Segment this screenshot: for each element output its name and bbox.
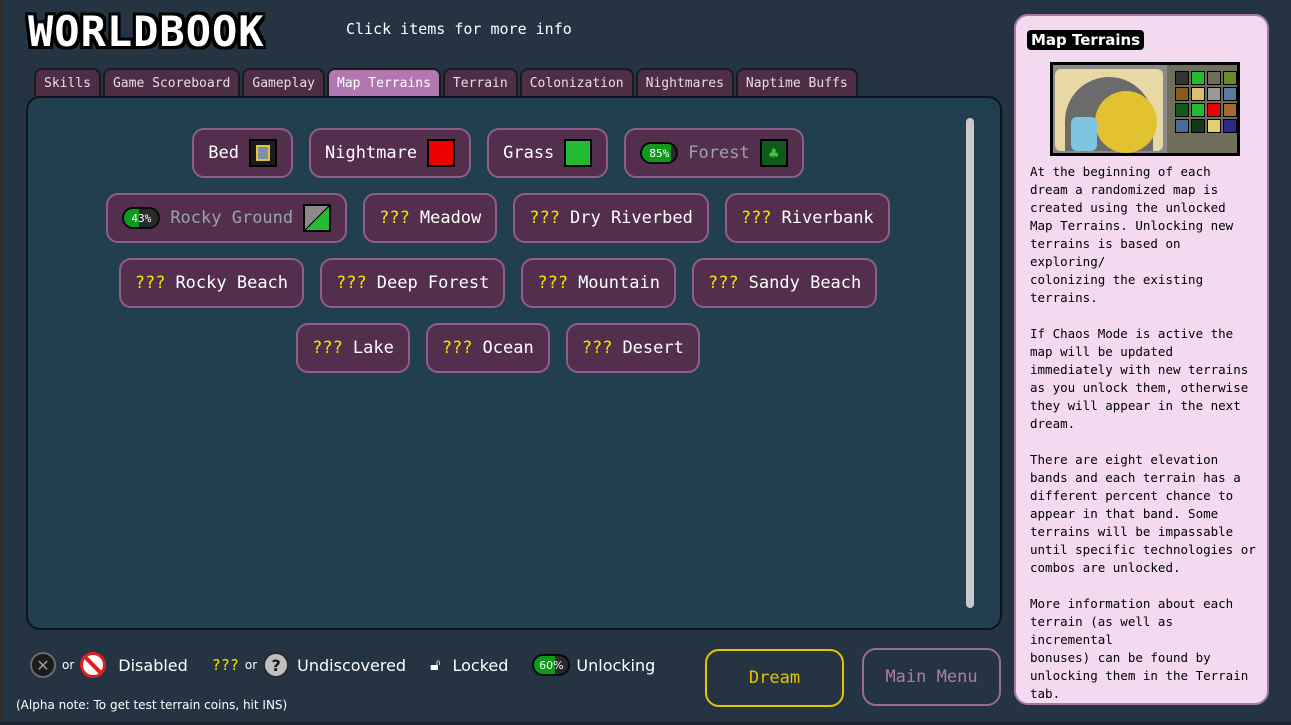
terrain-grid: Bed Nightmare Grass 85% Forest ♣ 43% Roc [28, 128, 968, 388]
tab-naptime-buffs[interactable]: Naptime Buffs [735, 68, 858, 96]
terrain-row: ??? Lake ??? Ocean ??? Desert [28, 323, 968, 373]
tab-game-scoreboard[interactable]: Game Scoreboard [102, 68, 241, 96]
tab-skills[interactable]: Skills [34, 68, 101, 96]
terrain-riverbank[interactable]: ??? Riverbank [724, 193, 890, 243]
tab-map-terrains[interactable]: Map Terrains [327, 68, 441, 96]
terrain-label: Ocean [482, 338, 534, 358]
legend: ✕ or Disabled ??? or ? Undiscovered 🔓︎ L… [30, 650, 655, 680]
terrain-sandy-beach[interactable]: ??? Sandy Beach [691, 258, 878, 308]
terrain-row: Bed Nightmare Grass 85% Forest ♣ [28, 128, 968, 178]
undiscovered-marker: ??? [336, 273, 367, 293]
window-edge [0, 0, 2, 725]
dream-button[interactable]: Dream [705, 649, 844, 707]
terrain-bed[interactable]: Bed [192, 128, 293, 178]
undiscovered-marker: ??? [441, 338, 473, 358]
terrain-label: Dry Riverbed [570, 208, 693, 228]
terrain-label: Desert [622, 338, 684, 358]
terrain-meadow[interactable]: ??? Meadow [363, 193, 498, 243]
preview-vase [1071, 117, 1097, 151]
legend-undiscovered-marker: ??? [211, 656, 239, 674]
tree-icon: ♣ [759, 139, 788, 167]
terrain-label: Meadow [419, 208, 482, 228]
terrain-label: Lake [352, 338, 394, 358]
tab-terrain[interactable]: Terrain [442, 68, 518, 96]
rocky-ground-swatch-icon [303, 204, 332, 232]
progress-text: 43% [131, 211, 152, 225]
subtitle: Click items for more info [346, 20, 572, 38]
undiscovered-marker: ??? [581, 338, 613, 358]
undiscovered-marker: ??? [379, 208, 410, 228]
terrain-label: Nightmare [324, 143, 418, 163]
legend-unlocking-label: Unlocking [576, 655, 656, 675]
disabled-x-icon: ✕ [30, 652, 56, 678]
terrain-grass[interactable]: Grass [487, 128, 609, 178]
lock-icon: 🔓︎ [430, 655, 441, 674]
main-menu-button[interactable]: Main Menu [862, 648, 1001, 706]
bed-icon [248, 139, 277, 167]
terrain-mountain[interactable]: ??? Mountain [521, 258, 676, 308]
unlock-progress-badge: 43% [122, 207, 161, 229]
undiscovered-marker: ??? [707, 273, 739, 293]
worldbook-logo: WORLDBOOK [28, 7, 265, 56]
tab-bar: Skills Game Scoreboard Gameplay Map Terr… [34, 68, 858, 98]
terrain-label: Mountain [578, 273, 660, 293]
undiscovered-marker: ??? [740, 208, 772, 228]
legend-progress-badge: 60% [532, 654, 571, 676]
terrain-label: Sandy Beach [748, 273, 862, 293]
terrain-row: 43% Rocky Ground ??? Meadow ??? Dry Rive… [28, 193, 968, 243]
terrain-label: Bed [208, 143, 239, 163]
legend-or: or [244, 658, 258, 672]
question-icon: ? [263, 652, 290, 678]
undiscovered-marker: ??? [134, 273, 166, 293]
terrain-label: Riverbank [781, 208, 874, 228]
preview-terrain-grid [1175, 71, 1237, 149]
grass-swatch-icon [564, 139, 593, 167]
info-panel-text: At the beginning of each dream a randomi… [1030, 164, 1256, 701]
legend-disabled-label: Disabled [118, 655, 188, 675]
terrain-nightmare[interactable]: Nightmare [308, 128, 472, 178]
prohibited-icon [80, 652, 107, 678]
nightmare-swatch-icon [427, 139, 456, 167]
unlock-progress-badge: 85% [640, 142, 679, 164]
terrain-forest[interactable]: 85% Forest ♣ [624, 128, 804, 178]
undiscovered-marker: ??? [312, 338, 343, 358]
legend-undiscovered-label: Undiscovered [297, 655, 407, 675]
terrain-label: Grass [503, 143, 555, 163]
terrain-lake[interactable]: ??? Lake [296, 323, 410, 373]
map-preview-image [1050, 62, 1240, 156]
undiscovered-marker: ??? [537, 273, 569, 293]
terrain-label: Forest [688, 143, 750, 163]
preview-moon [1095, 91, 1157, 153]
legend-or: or [62, 658, 75, 672]
terrain-label: Rocky Beach [175, 273, 289, 293]
tab-nightmares[interactable]: Nightmares [635, 68, 734, 96]
terrain-ocean[interactable]: ??? Ocean [425, 323, 550, 373]
legend-locked-label: Locked [452, 655, 509, 675]
progress-text: 85% [649, 146, 670, 160]
tab-gameplay[interactable]: Gameplay [242, 68, 325, 96]
tab-colonization[interactable]: Colonization [519, 68, 634, 96]
terrain-deep-forest[interactable]: ??? Deep Forest [320, 258, 506, 308]
progress-text: 60% [539, 658, 564, 672]
terrain-row: ??? Rocky Beach ??? Deep Forest ??? Moun… [28, 258, 968, 308]
terrain-rocky-beach[interactable]: ??? Rocky Beach [118, 258, 305, 308]
terrain-rocky-ground[interactable]: 43% Rocky Ground [106, 193, 348, 243]
alpha-note: (Alpha note: To get test terrain coins, … [16, 698, 288, 712]
terrain-label: Rocky Ground [170, 208, 294, 228]
undiscovered-marker: ??? [529, 208, 560, 228]
terrain-label: Deep Forest [376, 273, 490, 293]
terrain-dry-riverbed[interactable]: ??? Dry Riverbed [513, 193, 709, 243]
info-panel-title: Map Terrains [1027, 30, 1145, 50]
terrain-desert[interactable]: ??? Desert [565, 323, 700, 373]
